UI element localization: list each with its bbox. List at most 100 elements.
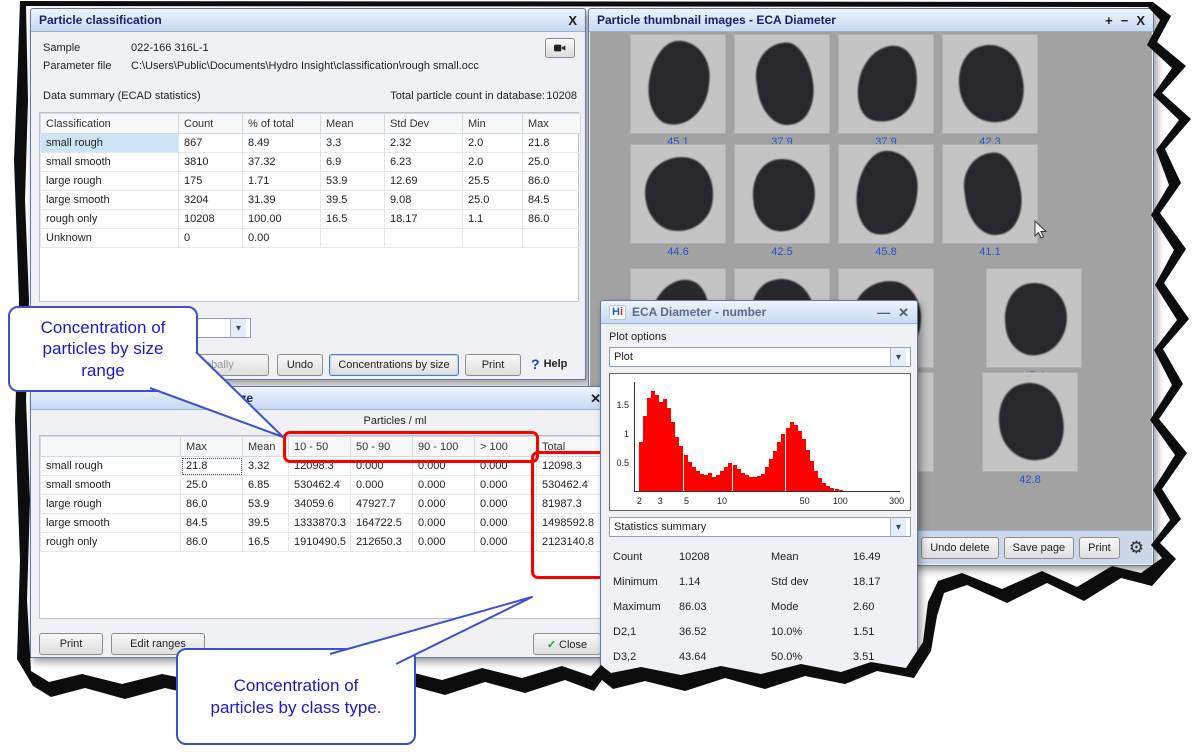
table-row[interactable]: rough only86.016.51910490.5212650.30.000…	[41, 533, 605, 552]
table-cell: 0.00	[243, 229, 321, 248]
stat-value: 50.35	[853, 676, 881, 688]
particle-thumbnail[interactable]	[982, 372, 1078, 472]
particle-thumbnail[interactable]	[838, 144, 934, 244]
particle-thumbnail[interactable]	[734, 34, 830, 134]
undo-button[interactable]: Undo	[277, 354, 323, 376]
column-header: 10 - 50	[289, 437, 351, 457]
particle-blob-image	[991, 376, 1072, 467]
table-cell	[321, 229, 385, 248]
table-cell: 12098.3	[537, 457, 605, 476]
table-cell: 53.9	[243, 495, 289, 514]
x-axis-tick-label: 5	[684, 496, 689, 506]
classification-table[interactable]: ClassificationCount% of totalMeanStd Dev…	[40, 113, 581, 248]
x-axis: 2351050100300	[634, 496, 900, 508]
help-button[interactable]: ? Help	[531, 356, 567, 372]
particle-thumbnail[interactable]	[734, 144, 830, 244]
particle-thumbnail[interactable]	[630, 34, 726, 134]
table-cell: 25.0	[181, 476, 243, 495]
x-axis-tick-label: 3	[658, 496, 663, 506]
stat-label: 50.0%	[771, 651, 802, 663]
chevron-down-icon: ▾	[890, 348, 906, 366]
table-cell: 100.00	[243, 210, 321, 229]
particle-blob-image	[960, 150, 1027, 239]
window-title: ECA Diameter - number	[632, 305, 766, 319]
gear-icon[interactable]: ⚙	[1129, 538, 1144, 558]
table-row[interactable]: Unknown00.00	[41, 229, 581, 248]
concentration-size-table[interactable]: MaxMean10 - 5050 - 9090 - 100> 100Totals…	[40, 436, 605, 552]
table-cell: 3.3	[321, 134, 385, 153]
table-cell: 0.000	[475, 533, 537, 552]
table-cell: 1333870.3	[289, 514, 351, 533]
particle-thumbnail[interactable]	[986, 268, 1082, 368]
table-row[interactable]: large rough86.053.934059.647927.70.0000.…	[41, 495, 605, 514]
plot-area	[634, 382, 900, 492]
column-header: Count	[179, 114, 243, 134]
table-cell	[385, 229, 463, 248]
stat-label: D2,1	[613, 626, 636, 638]
x-axis-tick-label: 10	[717, 496, 727, 506]
table-cell: 3810	[179, 153, 243, 172]
concentrations-by-size-button[interactable]: Concentrations by size	[329, 354, 459, 376]
classification-table-container: ClassificationCount% of totalMeanStd Dev…	[39, 112, 579, 302]
print-button[interactable]: Print	[39, 633, 103, 655]
eca-diameter-titlebar[interactable]: Hi ECA Diameter - number — ✕	[601, 301, 917, 324]
particle-blob-image	[752, 40, 819, 129]
stat-value: 18.17	[853, 576, 881, 588]
table-row[interactable]: small rough21.83.3212098.30.0000.0000.00…	[41, 457, 605, 476]
particle-thumbnail[interactable]	[838, 34, 934, 134]
close-icon[interactable]: ✕	[898, 306, 909, 319]
table-row[interactable]: small smooth25.06.85530462.40.0000.0000.…	[41, 476, 605, 495]
parameter-file-value: C:\Users\Public\Documents\Hydro Insight\…	[131, 60, 479, 72]
table-cell: 2123140.8	[537, 533, 605, 552]
column-header: Mean	[321, 114, 385, 134]
table-cell: 34059.6	[289, 495, 351, 514]
save-page-button[interactable]: Save page	[1004, 537, 1075, 559]
table-cell: small smooth	[41, 153, 179, 172]
column-header: % of total	[243, 114, 321, 134]
print-button[interactable]: Print	[1079, 537, 1120, 559]
stat-value: 16.49	[853, 551, 881, 563]
particle-classification-titlebar[interactable]: Particle classification X	[31, 9, 585, 32]
print-button[interactable]: Print	[465, 354, 521, 376]
table-row[interactable]: large smooth320431.3939.59.0825.084.5	[41, 191, 581, 210]
thumbnail-measurement-value: 42.8	[982, 474, 1078, 486]
particle-thumbnails-titlebar[interactable]: Particle thumbnail images - ECA Diameter…	[589, 9, 1153, 32]
table-row[interactable]: small smooth381037.326.96.232.025.0	[41, 153, 581, 172]
stat-value: 2.60	[853, 601, 874, 613]
particle-thumbnail[interactable]	[630, 144, 726, 244]
chevron-down-icon: ▾	[890, 518, 906, 536]
table-row[interactable]: small rough8678.493.32.322.021.8	[41, 134, 581, 153]
table-row[interactable]: large smooth84.539.51333870.3164722.50.0…	[41, 514, 605, 533]
close-icon[interactable]: X	[1136, 14, 1145, 27]
close-icon[interactable]: X	[568, 14, 577, 27]
table-cell: 0.000	[413, 476, 475, 495]
stat-label: Count	[613, 551, 642, 563]
statistics-summary-dropdown[interactable]: Statistics summary ▾	[609, 517, 911, 537]
table-cell: 53.9	[321, 172, 385, 191]
particle-thumbnail[interactable]	[942, 34, 1038, 134]
column-header: Classification	[41, 114, 179, 134]
table-row[interactable]: rough only10208100.0016.518.171.186.0	[41, 210, 581, 229]
callout-size-range-text: Concentration of particles by size range	[24, 317, 182, 381]
close-button[interactable]: ✓Close	[533, 633, 601, 655]
zoom-in-icon[interactable]: +	[1105, 14, 1113, 27]
zoom-out-icon[interactable]: −	[1121, 14, 1129, 27]
undo-delete-button[interactable]: Undo delete	[921, 537, 998, 559]
stat-value: 36.52	[679, 626, 707, 638]
table-cell: 0.000	[475, 476, 537, 495]
table-row[interactable]: large rough1751.7153.912.6925.586.0	[41, 172, 581, 191]
plot-type-dropdown[interactable]: Plot ▾	[609, 347, 911, 367]
data-summary-label: Data summary (ECAD statistics)	[43, 90, 201, 102]
minimize-icon[interactable]: —	[877, 306, 890, 319]
table-cell	[463, 229, 523, 248]
table-cell: 81987.3	[537, 495, 605, 514]
camera-button[interactable]	[545, 38, 575, 58]
table-cell: 0.000	[413, 495, 475, 514]
table-cell: 867	[179, 134, 243, 153]
table-cell: 9.08	[385, 191, 463, 210]
table-cell	[523, 229, 581, 248]
camera-icon	[554, 42, 566, 54]
table-cell: 0	[179, 229, 243, 248]
table-cell: 6.9	[321, 153, 385, 172]
particle-thumbnail[interactable]	[942, 144, 1038, 244]
